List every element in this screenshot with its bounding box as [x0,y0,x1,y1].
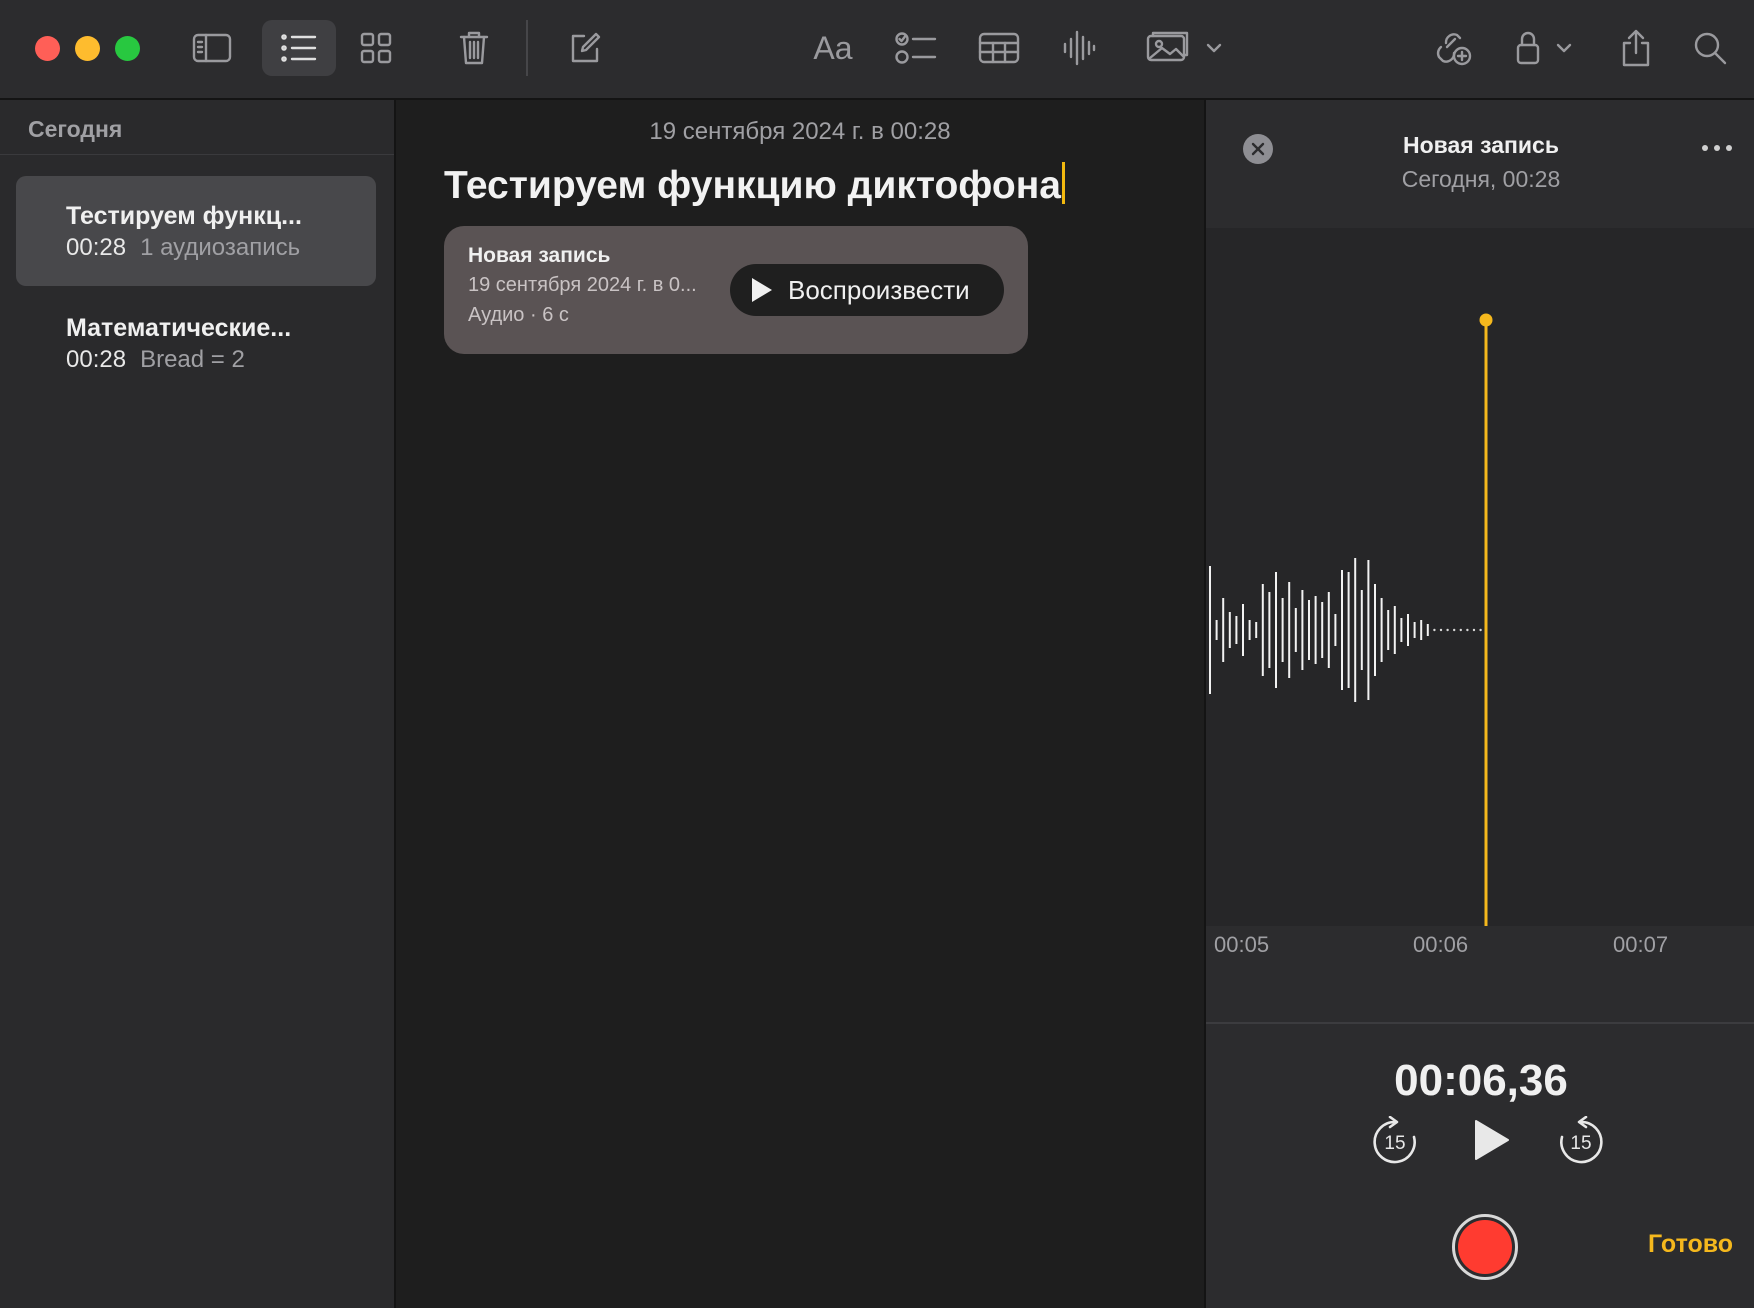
delete-note-button[interactable] [452,20,496,76]
waveform-display [1209,313,1493,926]
note-date: 19 сентября 2024 г. в 00:28 [649,118,951,145]
toolbar: Aa [0,0,1754,100]
skip-forward-seconds: 15 [1570,1133,1591,1154]
ellipsis-icon [1702,145,1732,151]
timeline-label: 00:07 [1613,932,1669,957]
list-icon [281,34,317,62]
play-icon [752,278,772,302]
more-options-button[interactable] [1701,140,1733,158]
audio-card-title: Новая запись [468,244,611,267]
skip-forward-15-icon: 15 [1560,1115,1603,1164]
waveform-icon [1063,30,1096,66]
notes-sidebar: Сегодня Тестируем функц... 00:28 1 аудиоз… [0,100,396,1308]
playhead-top-handle[interactable] [1479,313,1493,327]
grid-icon [360,32,392,64]
section-divider [0,154,394,155]
recording-title: Новая запись [1403,132,1559,158]
skip-back-15-icon: 15 [1373,1115,1416,1164]
search-button[interactable] [1688,20,1732,76]
lock-icon [1516,31,1572,65]
silence-dot [1459,628,1462,632]
silence-dot [1479,628,1482,632]
sidebar-icon [192,33,232,63]
toolbar-separator [526,20,528,76]
current-time-display: 00:06,36 [1394,1056,1568,1105]
done-button[interactable]: Готово [1648,1230,1733,1259]
text-format-button[interactable]: Aa [806,20,860,76]
table-button[interactable] [974,20,1024,76]
note-list-item[interactable]: Математические... 00:28 Bread = 2 [16,288,376,398]
sidebar-toggle-button[interactable] [186,20,238,76]
timeline-label: 00:05 [1214,932,1270,957]
compose-icon [571,32,601,63]
recorder-divider [1206,1022,1754,1024]
waveform-bars [1209,558,1429,702]
share-icon [1622,29,1650,67]
silence-dot [1453,628,1456,632]
note-title-text: Тестируем функцию диктофона [444,164,1061,207]
recording-subtitle: Сегодня, 00:28 [1401,166,1561,192]
media-icon [1146,31,1222,62]
trash-icon [459,31,489,65]
audio-recorder-panel: Новая запись Сегодня, 00:28 00:05 00:06 … [1204,100,1754,1308]
play-button[interactable] [1472,1118,1512,1167]
note-item-preview: 1 аудиозапись [140,234,301,261]
silence-dot [1472,628,1476,632]
record-dot-icon [1458,1220,1512,1274]
timeline-label: 00:06 [1413,932,1469,957]
audio-card-date: 19 сентября 2024 г. в 0... [468,274,697,296]
collaborate-button[interactable] [1430,20,1476,76]
record-button[interactable] [1452,1214,1518,1280]
close-window-button[interactable] [35,36,60,61]
note-item-title: Тестируем функц... [66,202,302,230]
collaborate-icon [1436,33,1472,66]
audio-attachment-card[interactable]: Новая запись 19 сентября 2024 г. в 0... … [444,226,1028,354]
play-icon [1475,1120,1509,1160]
text-format-icon: Aa [813,29,853,66]
notes-app-window: Aa Сегодня Тестируем функц... 00:28 1 ау… [0,0,1754,1308]
search-icon [1694,32,1727,65]
note-title[interactable]: Тестируем функцию диктофона [444,162,1065,208]
checklist-icon [895,32,937,64]
note-item-meta: 00:28 Bread = 2 [66,346,245,374]
new-note-button[interactable] [562,20,608,76]
lock-menu-button[interactable] [1512,20,1580,76]
silence-dot [1439,628,1443,632]
waveform-silence-dots [1433,628,1482,632]
media-menu-button[interactable] [1142,20,1230,76]
section-title-today: Сегодня [28,116,123,142]
minimize-window-button[interactable] [75,36,100,61]
table-icon [978,32,1020,64]
gallery-view-button[interactable] [352,20,400,76]
audio-card-meta: Аудио · 6 с [468,304,569,326]
zoom-window-button[interactable] [115,36,140,61]
skip-back-seconds: 15 [1384,1133,1405,1154]
note-item-title: Математические... [66,314,292,342]
note-list-item[interactable]: Тестируем функц... 00:28 1 аудиозапись [16,176,376,286]
checklist-button[interactable] [890,20,942,76]
note-item-time: 00:28 [66,234,127,261]
share-button[interactable] [1614,20,1658,76]
silence-dot [1433,628,1436,632]
skip-back-button[interactable]: 15 [1370,1115,1420,1171]
note-item-meta: 00:28 1 аудиозапись [66,234,300,262]
note-item-time: 00:28 [66,346,127,373]
play-audio-button[interactable]: Воспроизвести [730,264,1004,316]
audio-record-button[interactable] [1058,20,1100,76]
waveform-area[interactable] [1206,228,1754,926]
note-item-preview: Bread = 2 [140,346,245,373]
silence-dot [1466,628,1469,632]
skip-forward-button[interactable]: 15 [1556,1115,1606,1171]
play-audio-label: Воспроизвести [788,274,970,305]
silence-dot [1446,628,1449,632]
note-editor[interactable]: 19 сентября 2024 г. в 00:28 Тестируем фу… [396,100,1204,1308]
text-caret [1061,162,1065,204]
list-view-button[interactable] [262,20,336,76]
